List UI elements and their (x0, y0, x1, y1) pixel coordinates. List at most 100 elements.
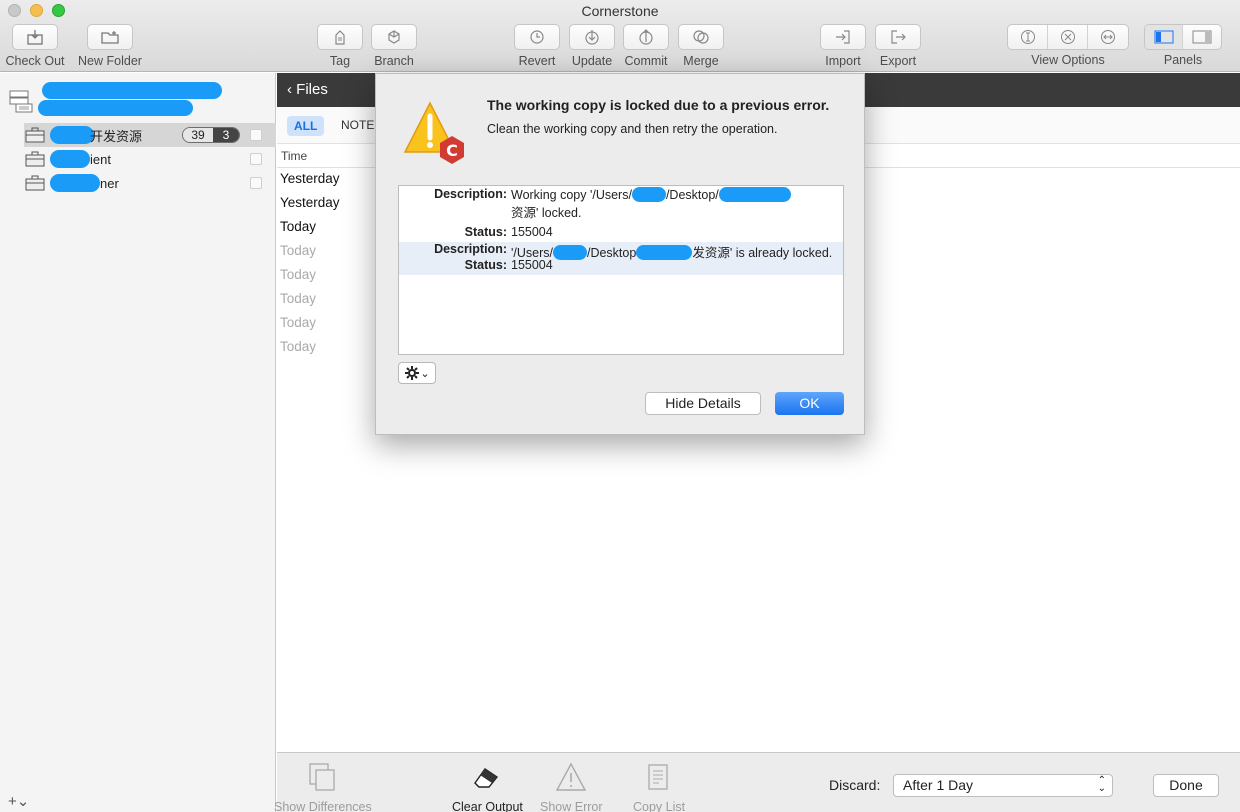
ok-button[interactable]: OK (775, 392, 844, 415)
hide-details-button[interactable]: Hide Details (645, 392, 761, 415)
revert-label: Revert (518, 54, 556, 68)
discard-select[interactable]: After 1 Day ⌃ ⌄ (893, 774, 1113, 797)
desc1-part-b: /Desktop/ (665, 188, 719, 202)
merge-label: Merge (683, 54, 719, 68)
check-out-label: Check Out (5, 54, 65, 68)
sidebar-right-icon (1192, 30, 1212, 44)
x-circle-icon (1060, 30, 1075, 44)
commit-button[interactable]: Commit (623, 24, 669, 68)
clear-output-button[interactable]: Clear Output (452, 761, 523, 812)
main-toolbar: Cornerstone Check Out New Folder Tag Bra… (0, 0, 1240, 72)
cornerstone-warning-icon: C (403, 101, 464, 164)
sidebar-left-icon (1154, 30, 1173, 44)
detail-row: 资源' locked. (399, 202, 843, 220)
error-details-box: Description: Working copy '/Users/ /Deskt… (398, 185, 844, 355)
show-differences-label: Show Differences (274, 800, 372, 812)
add-repository-button[interactable]: +⌄ (8, 792, 29, 810)
import-button[interactable]: Import (820, 24, 866, 68)
dialog-title: The working copy is locked due to a prev… (487, 97, 830, 113)
detail-row: Description: '/Users//Desktop 发资源' is alr… (399, 242, 843, 260)
log-row-time: Today (280, 339, 317, 354)
count-conflicts: 3 (213, 128, 239, 142)
details-action-menu[interactable]: ⌄ (398, 362, 436, 384)
redacted-path (718, 187, 791, 202)
check-out-button[interactable]: Check Out (5, 24, 65, 68)
view-option-inline-button[interactable] (1008, 25, 1048, 49)
repo-name-label: ner (100, 175, 119, 191)
eraser-icon (474, 768, 499, 788)
time-column-header[interactable]: Time (281, 149, 307, 163)
new-folder-icon (87, 24, 133, 50)
briefcase-icon (25, 127, 45, 143)
arrows-circle-icon (1101, 30, 1115, 44)
server-icon (8, 89, 34, 116)
merge-button[interactable]: Merge (678, 24, 724, 68)
desc1-part-a: Working copy '/Users/ (511, 188, 632, 202)
revert-button[interactable]: Revert (514, 24, 560, 68)
update-button[interactable]: Update (569, 24, 615, 68)
update-icon (569, 24, 615, 50)
left-panel-toggle[interactable] (1145, 25, 1183, 49)
filter-all-tab[interactable]: ALL (287, 116, 325, 136)
log-row-time: Today (280, 243, 317, 258)
repo-item-1[interactable]: 开发资源 39 3 (24, 123, 276, 147)
right-panel-toggle[interactable] (1183, 25, 1221, 49)
detail-row: Status: 155004 (399, 258, 843, 274)
tag-label: Tag (329, 54, 351, 68)
commit-icon (623, 24, 669, 50)
export-icon (875, 24, 921, 50)
copy-list-button[interactable]: Copy List (633, 761, 685, 812)
change-count-badge: 39 3 (182, 127, 240, 143)
status-key: Status: (464, 258, 507, 272)
log-row-time: Yesterday (280, 195, 340, 210)
window-title: Cornerstone (581, 3, 659, 19)
view-options-label: View Options (1031, 53, 1105, 67)
done-button[interactable]: Done (1153, 774, 1219, 797)
status-value: 155004 (511, 225, 553, 239)
view-option-ignore-button[interactable] (1048, 25, 1088, 49)
documents-icon (309, 763, 335, 791)
repo-checkbox[interactable] (250, 129, 262, 141)
discard-value: After 1 Day (903, 777, 974, 793)
repo-item-3[interactable]: ner (24, 171, 276, 195)
panels-segmented (1144, 24, 1222, 50)
show-error-button[interactable]: Show Error (540, 761, 603, 812)
commit-label: Commit (624, 54, 668, 68)
repo-item-2[interactable]: ient (24, 147, 276, 171)
repo-checkbox[interactable] (250, 153, 262, 165)
branch-icon (371, 24, 417, 50)
text-cursor-icon (1020, 30, 1035, 44)
revert-icon (514, 24, 560, 50)
status-value: 155004 (511, 258, 553, 272)
redacted-repo-name (50, 174, 100, 192)
description-key: Description: (434, 242, 507, 256)
description-value-continued: 资源' locked. (511, 206, 582, 220)
log-bottom-toolbar: Show Differences Clear Output Show Error… (274, 752, 1240, 812)
branch-button[interactable]: Branch (371, 24, 417, 68)
svg-text:C: C (446, 141, 458, 160)
files-back-button[interactable]: ‹ Files (287, 81, 328, 98)
detail-row: Status: 155004 (399, 225, 843, 241)
show-differences-button[interactable]: Show Differences (274, 761, 372, 812)
view-option-expand-button[interactable] (1088, 25, 1128, 49)
briefcase-icon (25, 151, 45, 167)
export-label: Export (879, 54, 917, 68)
log-row-time: Today (280, 219, 317, 234)
new-folder-button[interactable]: New Folder (78, 24, 142, 68)
status-key: Status: (464, 225, 507, 239)
check-out-icon (12, 24, 58, 50)
discard-label: Discard: (829, 777, 881, 793)
redacted-repo-name (50, 150, 90, 168)
export-button[interactable]: Export (875, 24, 921, 68)
copy-list-label: Copy List (633, 800, 686, 812)
tag-button[interactable]: Tag (317, 24, 363, 68)
update-label: Update (571, 54, 613, 68)
repo-name-label: 开发资源 (90, 128, 143, 144)
import-icon (820, 24, 866, 50)
repo-checkbox[interactable] (250, 177, 262, 189)
log-row-time: Today (280, 267, 317, 282)
show-error-label: Show Error (540, 800, 603, 812)
merge-icon (678, 24, 724, 50)
briefcase-icon (25, 175, 45, 191)
repo-name-label: ient (90, 151, 111, 167)
